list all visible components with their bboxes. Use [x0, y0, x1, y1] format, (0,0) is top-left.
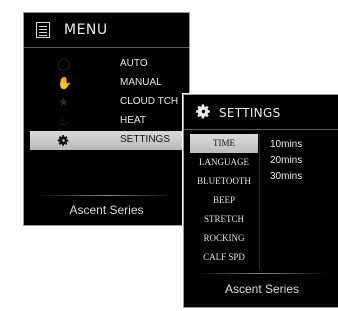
settings-list: TIME LANGUAGE BLUETOOTH BEEP STRETCH ROC… [190, 134, 258, 267]
menu-header: MENU [24, 13, 189, 48]
menu-icon [36, 22, 50, 38]
menu-panel: MENU ◯ AUTO ✋ MANUAL ★ CLOUD TCH ♨ HEAT … [23, 12, 190, 226]
settings-title: SETTINGS [219, 106, 281, 120]
menu-item-label: MANUAL [120, 77, 162, 88]
settings-item-beep[interactable]: BEEP [190, 191, 258, 210]
menu-footer: Ascent Series [69, 203, 144, 217]
time-option-10[interactable]: 10mins [270, 137, 302, 153]
time-option-20[interactable]: 20mins [270, 153, 302, 169]
menu-item-label: CLOUD TCH [120, 96, 179, 107]
flame-icon: ♨ [58, 114, 69, 128]
menu-item-cloud-tch[interactable]: ★ CLOUD TCH [34, 93, 184, 112]
menu-item-manual[interactable]: ✋ MANUAL [34, 74, 184, 93]
settings-item-bluetooth[interactable]: BLUETOOTH [190, 172, 258, 191]
menu-item-settings[interactable]: SETTINGS [30, 131, 185, 150]
circle-icon: ◯ [57, 57, 71, 71]
hand-icon: ✋ [57, 76, 72, 90]
settings-item-time[interactable]: TIME [190, 134, 258, 153]
settings-header: SETTINGS [184, 95, 338, 130]
menu-item-heat[interactable]: ♨ HEAT [34, 112, 184, 131]
time-options: 10mins 20mins 30mins [270, 137, 302, 185]
time-option-30[interactable]: 30mins [270, 169, 302, 185]
menu-item-auto[interactable]: ◯ AUTO [34, 55, 184, 74]
settings-item-rocking[interactable]: ROCKING [190, 229, 258, 248]
settings-item-stretch[interactable]: STRETCH [190, 210, 258, 229]
gear-icon [195, 103, 212, 120]
menu-item-label: SETTINGS [120, 134, 171, 145]
divider [196, 273, 328, 274]
settings-panel: SETTINGS TIME LANGUAGE BLUETOOTH BEEP ST… [183, 94, 338, 308]
menu-title: MENU [64, 22, 108, 38]
divider [38, 195, 175, 196]
star-icon: ★ [58, 95, 69, 109]
gear-icon [57, 134, 70, 147]
menu-item-label: HEAT [120, 115, 146, 126]
settings-item-language[interactable]: LANGUAGE [190, 153, 258, 172]
settings-footer: Ascent Series [224, 282, 300, 296]
column-divider [259, 134, 260, 269]
menu-item-label: AUTO [120, 58, 148, 69]
settings-item-calf-spd[interactable]: CALF SPD [190, 248, 258, 267]
